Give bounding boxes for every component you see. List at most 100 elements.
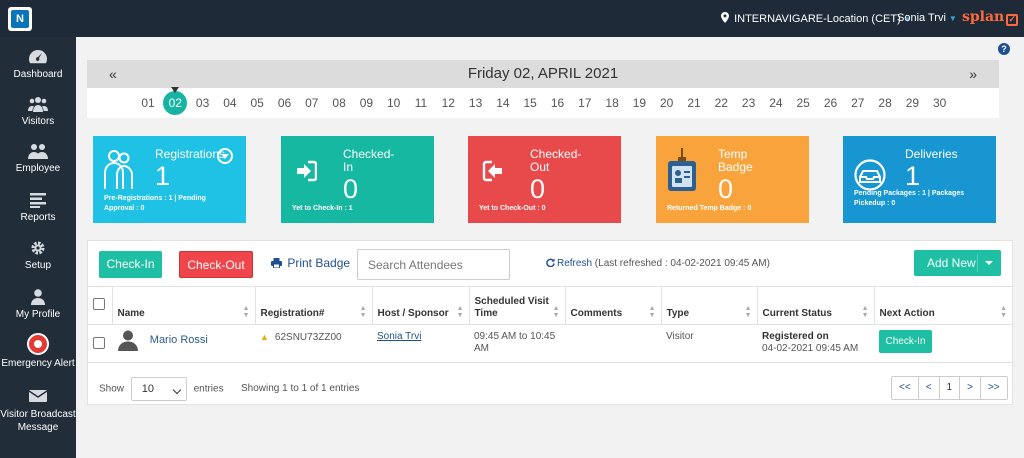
page-1-button[interactable]: 1 [940,377,961,399]
day-26[interactable]: 26 [820,94,842,112]
location-selector[interactable]: INTERNAVIGARE-Location (CET) ▼ [721,12,912,25]
prev-page-button[interactable]: < [919,377,940,399]
main-content: ? « Friday 02, APRIL 2021 » 01 02 03 04 05 06… [76,37,1024,458]
day-16[interactable]: 16 [547,94,569,112]
day-23[interactable]: 23 [738,94,760,112]
card-checked-out[interactable]: Checked- Out 0 Yet to Check-Out : 0 [468,136,621,223]
select-all-checkbox[interactable] [93,297,105,310]
sidebar-item-visitors[interactable]: Visitors [0,96,76,127]
card-title: Badge [718,160,753,174]
column-header-registration[interactable]: Registration# ▲ ▼ [255,286,373,325]
button-divider [977,254,978,272]
check-in-button[interactable]: Check-In [99,251,162,278]
help-icon[interactable]: ? [998,43,1010,55]
card-subtext: Approval : 0 [104,205,145,212]
day-30[interactable]: 30 [929,94,951,112]
day-18[interactable]: 18 [601,94,623,112]
last-refreshed: (Last refreshed : 04-02-2021 09:45 AM) [594,258,770,269]
user-name: Sonia Trvi [897,12,946,24]
day-29[interactable]: 29 [901,94,923,112]
last-page-button[interactable]: >> [981,377,1007,399]
day-19[interactable]: 19 [628,94,650,112]
sidebar-item-reports[interactable]: Reports [0,192,76,223]
card-title: Deliveries [905,147,958,161]
day-07[interactable]: 07 [301,94,323,112]
next-month-button[interactable]: » [969,60,977,88]
day-15[interactable]: 15 [519,94,541,112]
sidebar-item-label: Reports [20,212,56,223]
sidebar-item-employee[interactable]: Employee [0,143,76,174]
refresh-label: Refresh [557,258,593,269]
day-22[interactable]: 22 [710,94,732,112]
print-badge-button[interactable]: Print Badge [271,256,350,270]
sidebar-item-visitor-broadcast[interactable]: Visitor Broadcast Message [0,388,76,434]
refresh-link[interactable]: Refresh [546,258,592,269]
column-header-label: Scheduled Visit Time [474,296,549,319]
sidebar-item-label: Dashboard [13,69,63,80]
top-bar: N INTERNAVIGARE-Location (CET) ▼ Sonia Tr… [0,0,1024,37]
day-13[interactable]: 13 [465,94,487,112]
add-new-button[interactable]: Add New [914,250,1001,276]
sort-icon: ▲ ▼ [359,305,367,319]
logo-mark: N [11,10,29,28]
table-row[interactable]: Mario Rossi ▲ 62SNU73ZZ00 Sonia Trvi 09:4… [88,324,1012,363]
row-check-in-button[interactable]: Check-In [879,330,932,353]
day-01[interactable]: 01 [137,94,159,112]
day-14[interactable]: 14 [492,94,514,112]
sidebar: Dashboard Visitors Employee Reports Setu… [0,37,76,458]
column-header-time[interactable]: Scheduled Visit Time ▲ ▼ [469,286,566,325]
first-page-button[interactable]: << [892,377,919,399]
column-header-name[interactable]: Name ▲ ▼ [112,286,256,325]
column-header-label: Next Action [879,308,935,319]
column-header-next-action[interactable]: Next Action ▲ ▼ [874,286,1012,325]
entries-select[interactable]: 10 [130,377,187,401]
sidebar-item-label: Visitor Broadcast Message [0,409,76,433]
user-menu[interactable]: Sonia Trvi ▼ [897,12,957,24]
chevron-down-icon[interactable] [217,148,233,164]
day-08[interactable]: 08 [328,94,350,112]
card-registrations[interactable]: Registrations 1 Pre-Registrations : 1 | … [93,136,246,223]
employee-icon [28,144,48,159]
attendee-name-link[interactable]: Mario Rossi [150,334,208,346]
day-25[interactable]: 25 [792,94,814,112]
day-10[interactable]: 10 [383,94,405,112]
day-12[interactable]: 12 [437,94,459,112]
column-header-label: Name [117,308,145,319]
sidebar-item-setup[interactable]: Setup [0,240,76,271]
day-28[interactable]: 28 [874,94,896,112]
card-temp-badge[interactable]: Temp Badge 0 Returned Temp Badge : 0 [656,136,809,223]
avatar [118,330,138,351]
column-header-type[interactable]: Type ▲ ▼ [661,286,758,325]
card-deliveries[interactable]: Deliveries 1 Pending Packages : 1 | Pack… [843,136,996,223]
day-09[interactable]: 09 [355,94,377,112]
day-04[interactable]: 04 [219,94,241,112]
sidebar-item-my-profile[interactable]: My Profile [0,289,76,320]
day-03[interactable]: 03 [192,94,214,112]
column-header-comments[interactable]: Comments ▲ ▼ [565,286,662,325]
next-page-button[interactable]: > [960,377,981,399]
search-attendees-input[interactable] [357,249,510,280]
refresh-icon [546,258,555,268]
check-out-button[interactable]: Check-Out [179,251,253,278]
day-20[interactable]: 20 [656,94,678,112]
day-06[interactable]: 06 [274,94,296,112]
card-checked-in[interactable]: Checked- In 0 Yet to Check-In : 1 [281,136,434,223]
day-11[interactable]: 11 [410,94,432,112]
column-header-host[interactable]: Host / Sponsor ▲ ▼ [372,286,470,325]
day-17[interactable]: 17 [574,94,596,112]
day-05[interactable]: 05 [246,94,268,112]
chevron-down-icon[interactable] [985,261,993,265]
card-count: 1 [155,161,171,191]
column-header-status[interactable]: Current Status ▲ ▼ [757,286,875,325]
sidebar-item-emergency-alert[interactable]: Emergency Alert [0,333,76,369]
app-logo[interactable]: N [8,7,32,31]
card-subtext: Pre-Registrations : 1 | Pending [104,195,206,202]
day-24[interactable]: 24 [765,94,787,112]
day-27[interactable]: 27 [847,94,869,112]
day-21[interactable]: 21 [683,94,705,112]
sidebar-item-dashboard[interactable]: Dashboard [0,49,76,80]
card-count: 0 [343,174,359,204]
day-02[interactable]: 02 [163,87,188,115]
row-checkbox[interactable] [93,337,105,349]
host-link[interactable]: Sonia Trvi [377,331,421,342]
